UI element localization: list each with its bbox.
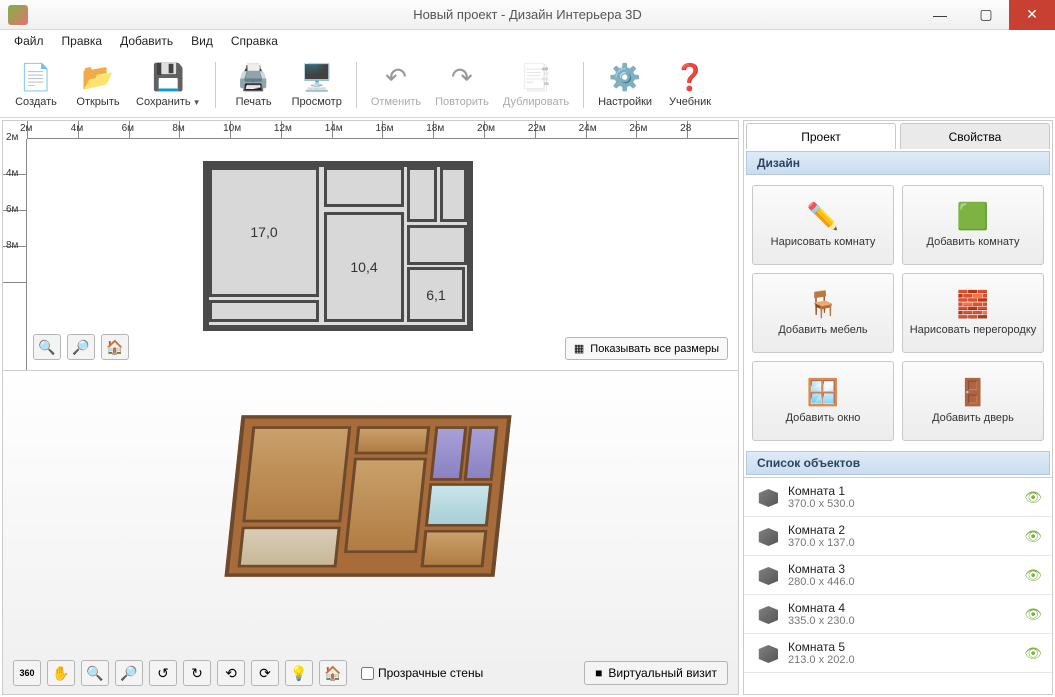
menubar: Файл Правка Добавить Вид Справка [0,30,1055,52]
virtual-visit-button[interactable]: ■ Виртуальный визит [584,661,728,685]
minimize-button[interactable]: — [917,0,963,30]
room-bath[interactable] [407,225,467,265]
tilt-down-button[interactable]: ⟳ [251,660,279,686]
zoom-in-3d-button[interactable]: 🔎 [115,660,143,686]
cube-icon [754,604,778,624]
visibility-icon[interactable]: 👁 [1024,567,1042,584]
reset-view-button[interactable]: 🏠 [319,660,347,686]
draw-wall-button[interactable]: 🧱Нарисовать перегородку [902,273,1044,353]
window-icon: 🪟 [807,377,839,408]
add-furniture-button[interactable]: 🪑Добавить мебель [752,273,894,353]
tutorial-button[interactable]: ❓Учебник [660,56,720,114]
home-view-button[interactable]: 🏠 [101,334,129,360]
open-button[interactable]: 📂Открыть [68,56,128,114]
zoom-in-button[interactable]: 🔎 [67,334,95,360]
save-button[interactable]: 💾Сохранить▼ [130,56,207,114]
new-file-icon: 📄 [20,62,52,94]
tab-project[interactable]: Проект [746,123,896,149]
draw-room-button[interactable]: ✏️Нарисовать комнату [752,185,894,265]
object-list-item[interactable]: Комната 3280.0 x 446.0👁 [744,556,1052,595]
print-button[interactable]: 🖨️Печать [224,56,284,114]
menu-view[interactable]: Вид [183,32,221,50]
printer-icon: 🖨️ [238,62,270,94]
save-icon: 💾 [152,62,184,94]
rotate-left-button[interactable]: ↺ [149,660,177,686]
ruler-horizontal: 2м4м6м8м10м12м14м16м18м20м22м24м26м28 [27,121,738,139]
360-button[interactable]: 360 [13,660,41,686]
room-hall[interactable] [324,167,404,207]
zoom-out-3d-button[interactable]: 🔍 [81,660,109,686]
objects-header: Список объектов [746,451,1050,475]
door-icon: 🚪 [957,377,989,408]
3d-view[interactable]: 360 ✋ 🔍 🔎 ↺ ↻ ⟲ ⟳ 💡 🏠 Прозрачные стены ■… [3,371,738,694]
zoom-out-button[interactable]: 🔍 [33,334,61,360]
add-door-button[interactable]: 🚪Добавить дверь [902,361,1044,441]
titlebar: Новый проект - Дизайн Интерьера 3D — ▢ ✕ [0,0,1055,30]
room-balcony[interactable] [209,300,319,322]
visibility-icon[interactable]: 👁 [1024,528,1042,545]
folder-open-icon: 📂 [82,62,114,94]
transparent-walls-checkbox[interactable]: Прозрачные стены [361,666,483,680]
rotate-right-button[interactable]: ↻ [183,660,211,686]
room-3[interactable]: 6,1 [407,267,465,322]
duplicate-button[interactable]: 📑Дублировать [497,56,575,114]
duplicate-icon: 📑 [520,62,552,94]
menu-file[interactable]: Файл [6,32,52,50]
floorplan[interactable]: 17,0 10,4 6,1 [203,161,473,331]
room-add-icon: 🟩 [957,201,989,232]
create-button[interactable]: 📄Создать [6,56,66,114]
monitor-icon: 🖥️ [301,62,333,94]
help-icon: ❓ [674,62,706,94]
tilt-up-button[interactable]: ⟲ [217,660,245,686]
side-panel: Проект Свойства Дизайн ✏️Нарисовать комн… [743,120,1053,695]
object-list-item[interactable]: Комната 4335.0 x 230.0👁 [744,595,1052,634]
undo-button[interactable]: ↶Отменить [365,56,427,114]
add-room-button[interactable]: 🟩Добавить комнату [902,185,1044,265]
plan-view[interactable]: 2м4м6м8м10м12м14м16м18м20м22м24м26м28 2м… [3,121,738,371]
visibility-icon[interactable]: 👁 [1024,606,1042,623]
room-2[interactable]: 10,4 [324,212,404,322]
menu-edit[interactable]: Правка [54,32,111,50]
chair-icon: 🪑 [807,289,839,320]
redo-button[interactable]: ↷Повторить [429,56,495,114]
tab-properties[interactable]: Свойства [900,123,1050,149]
object-list-item[interactable]: Комната 1370.0 x 530.0👁 [744,478,1052,517]
pan-button[interactable]: ✋ [47,660,75,686]
cube-icon [754,565,778,585]
redo-icon: ↷ [446,62,478,94]
toolbar: 📄Создать 📂Открыть 💾Сохранить▼ 🖨️Печать 🖥… [0,52,1055,118]
object-list-item[interactable]: Комната 2370.0 x 137.0👁 [744,517,1052,556]
ruler-vertical: 2м4м6м8м [3,139,27,370]
visibility-icon[interactable]: 👁 [1024,489,1042,506]
settings-button[interactable]: ⚙️Настройки [592,56,658,114]
cube-icon [754,643,778,663]
camera-icon: ■ [595,666,602,680]
app-icon [8,5,28,25]
undo-icon: ↶ [380,62,412,94]
menu-add[interactable]: Добавить [112,32,181,50]
cube-icon [754,487,778,507]
menu-help[interactable]: Справка [223,32,286,50]
cube-icon [754,526,778,546]
visibility-icon[interactable]: 👁 [1024,645,1042,662]
room-closet-1[interactable] [407,167,437,222]
close-button[interactable]: ✕ [1009,0,1055,30]
room-closet-2[interactable] [440,167,467,222]
3d-scene[interactable] [233,401,503,591]
object-list[interactable]: Комната 1370.0 x 530.0👁Комната 2370.0 x … [744,477,1052,694]
gear-icon: ⚙️ [609,62,641,94]
add-window-button[interactable]: 🪟Добавить окно [752,361,894,441]
grid-icon: ▦ [574,342,584,355]
pencil-icon: ✏️ [807,201,839,232]
preview-button[interactable]: 🖥️Просмотр [286,56,348,114]
room-1[interactable]: 17,0 [209,167,319,297]
window-title: Новый проект - Дизайн Интерьера 3D [0,7,1055,22]
brick-wall-icon: 🧱 [957,289,989,320]
lighting-button[interactable]: 💡 [285,660,313,686]
object-list-item[interactable]: Комната 5213.0 x 202.0👁 [744,634,1052,673]
show-sizes-toggle[interactable]: ▦ Показывать все размеры [565,337,728,360]
design-header: Дизайн [746,151,1050,175]
maximize-button[interactable]: ▢ [963,0,1009,30]
